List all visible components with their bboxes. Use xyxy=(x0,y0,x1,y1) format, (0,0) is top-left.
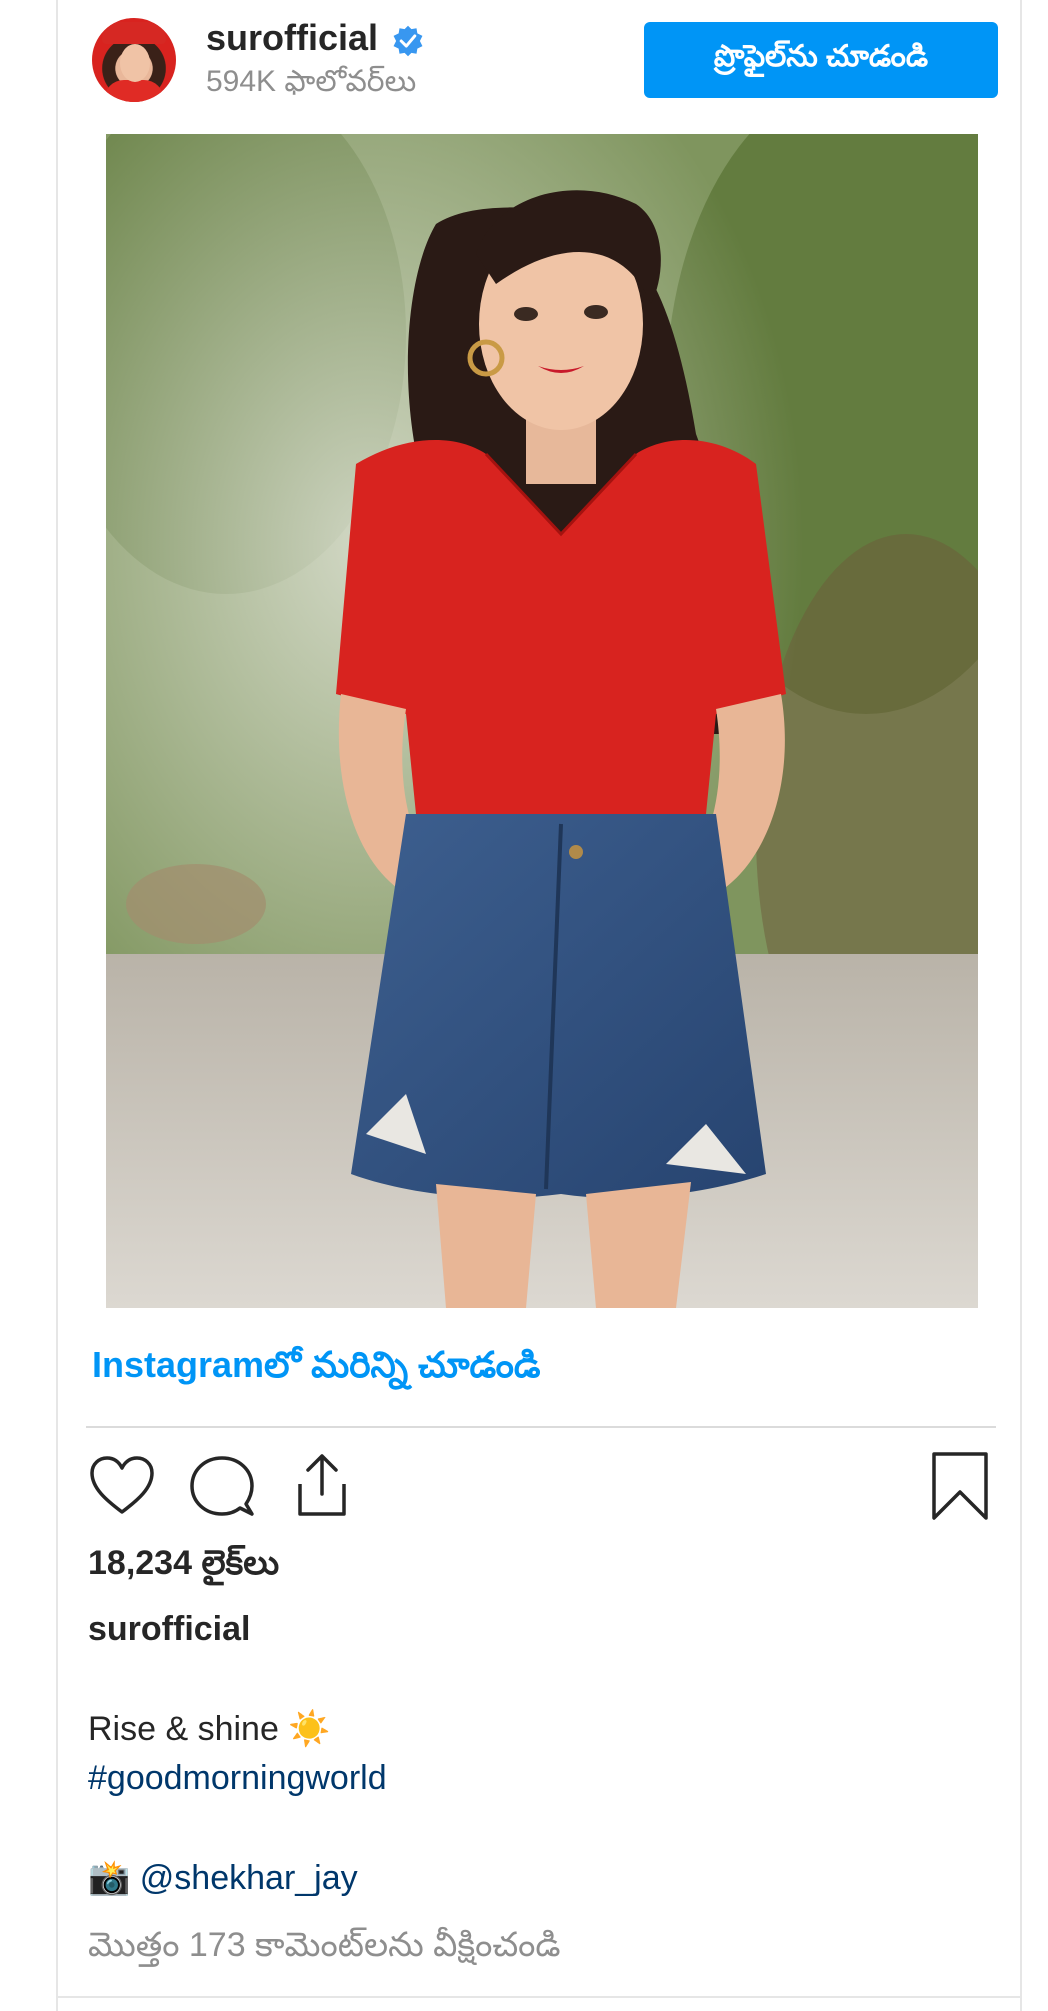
post-image-illustration xyxy=(106,134,978,1308)
caption-line-2: #goodmorningworld xyxy=(88,1755,387,1801)
caption-line-1: Rise & shine ☀️ xyxy=(88,1706,331,1752)
instagram-post-card: surofficial 594K ఫాలోవర్‌లు ప్రొఫైల్‌ను … xyxy=(56,0,1022,2011)
heart-icon[interactable] xyxy=(86,1450,158,1522)
avatar[interactable] xyxy=(92,18,176,102)
avatar-shirt xyxy=(104,80,164,102)
post-image[interactable] xyxy=(106,134,978,1308)
view-profile-button[interactable]: ప్రొఫైల్‌ను చూడండి xyxy=(644,22,998,98)
caption-mention[interactable]: @shekhar_jay xyxy=(140,1859,358,1897)
verified-badge-icon xyxy=(393,25,423,57)
avatar-face xyxy=(120,44,150,82)
like-count[interactable]: 18,234 లైక్‌లు xyxy=(88,1540,279,1586)
bookmark-icon[interactable] xyxy=(924,1450,996,1522)
header-username[interactable]: surofficial xyxy=(206,16,378,60)
bottom-divider xyxy=(58,1996,1020,1998)
caption-text: Rise & shine xyxy=(88,1710,289,1748)
caption-hashtag[interactable]: #goodmorningworld xyxy=(88,1759,387,1797)
post-header: surofficial 594K ఫాలోవర్‌లు ప్రొఫైల్‌ను … xyxy=(58,0,1020,120)
view-more-on-instagram-link[interactable]: Instagramలో మరిన్ని చూడండి xyxy=(92,1342,541,1388)
follower-count: 594K ఫాలోవర్‌లు xyxy=(206,65,417,98)
sun-emoji: ☀️ xyxy=(288,1710,331,1748)
share-upload-icon[interactable] xyxy=(286,1450,358,1522)
post-actions xyxy=(86,1450,996,1526)
divider xyxy=(86,1426,996,1428)
camera-emoji: 📸 xyxy=(88,1859,131,1897)
comment-bubble-icon[interactable] xyxy=(186,1450,258,1522)
view-all-comments-link[interactable]: మొత్తం 173 కామెంట్‌లను వీక్షించండి xyxy=(88,1922,561,1968)
avatar-hat xyxy=(102,22,166,44)
caption-line-credit: 📸 @shekhar_jay xyxy=(88,1855,358,1901)
caption-username[interactable]: surofficial xyxy=(88,1606,250,1652)
